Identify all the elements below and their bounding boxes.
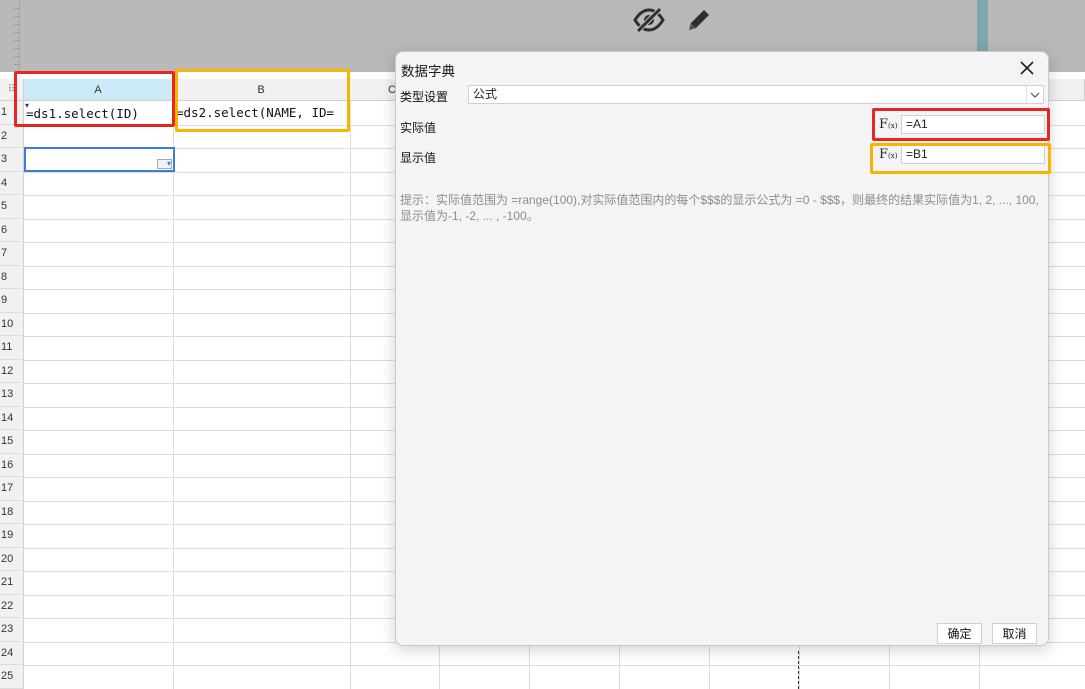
row-header[interactable]: 19 [0,524,24,548]
data-dictionary-dialog: 数据字典 类型设置 公式 实际值 F(x) =A1 显示值 F(x) =B1 提… [395,51,1051,646]
type-select-value: 公式 [473,87,498,101]
display-value-label: 显示值 [400,151,437,165]
actual-value-label: 实际值 [400,121,437,135]
row-header[interactable]: 13 [0,383,24,407]
cancel-button[interactable]: 取消 [992,623,1037,644]
row-header[interactable]: 21 [0,571,24,595]
page-break-line [798,651,799,689]
row-header[interactable]: 16 [0,453,24,477]
highlight-b1 [175,69,350,132]
row-header[interactable]: 22 [0,594,24,618]
column-gridline [350,101,351,689]
row-header[interactable]: 2 [0,124,24,148]
row-header[interactable]: 15 [0,430,24,454]
highlight-actual-formula [872,108,1050,141]
row-header[interactable]: 4 [0,171,24,195]
row-header[interactable]: 11 [0,336,24,360]
chevron-down-icon [1026,86,1043,103]
row-header[interactable]: 8 [0,265,24,289]
type-select[interactable]: 公式 [468,85,1044,104]
active-cell-a3[interactable]: ▾ [24,147,175,172]
row-header[interactable]: 7 [0,242,24,266]
row-gridline [24,665,1085,666]
cell-dropdown-icon[interactable]: ▾ [157,159,172,169]
app-window: ⠿ A B C 1 2 3 4 5 6 7 8 9 10 11 12 13 14 15 16 17 18 19 20 2… [0,0,1085,689]
row-header[interactable]: 23 [0,618,24,642]
type-label: 类型设置 [400,90,449,104]
row-header[interactable]: 14 [0,406,24,430]
vertical-ruler [0,0,20,72]
row-header[interactable]: 24 [0,641,24,665]
row-header[interactable]: 12 [0,359,24,383]
row-header[interactable]: 18 [0,500,24,524]
row-header[interactable]: 6 [0,218,24,242]
row-header[interactable]: 10 [0,312,24,336]
highlight-a1 [14,71,175,127]
highlight-display-formula [870,143,1051,174]
dialog-title: 数据字典 [401,64,455,79]
column-gridline [173,101,174,689]
row-header[interactable]: 20 [0,547,24,571]
close-icon[interactable] [1018,59,1036,77]
ok-button[interactable]: 确定 [937,623,982,644]
eye-off-icon[interactable] [632,3,666,37]
pencil-icon[interactable] [682,3,716,37]
row-header[interactable]: 5 [0,195,24,219]
row-header[interactable]: 17 [0,477,24,501]
row-header[interactable]: 9 [0,289,24,313]
hint-text: 提示：实际值范围为 =range(100),对实际值范围内的每个$$$的显示公式… [400,193,1039,223]
row-header[interactable]: 25 [0,665,24,689]
row-header[interactable]: 3 [0,148,24,172]
